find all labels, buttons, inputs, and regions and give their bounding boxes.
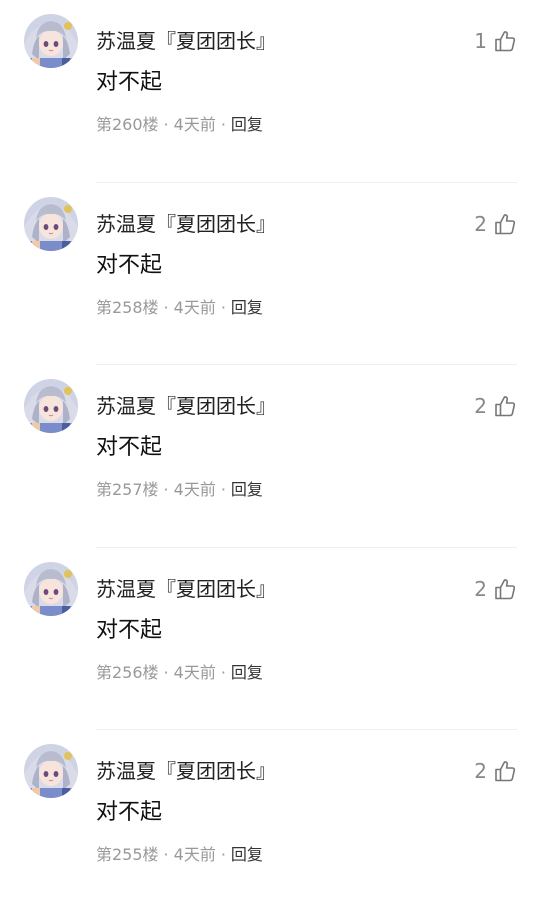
username[interactable]: 苏温夏『夏团团长』 [96,211,276,237]
comment-list: 苏温夏『夏团团长』 对不起 第260楼 · 4天前 · 回复 1 苏温夏『夏团团… [0,0,539,913]
comment-meta: 第258楼 · 4天前 · 回复 [96,297,263,319]
username[interactable]: 苏温夏『夏团团长』 [96,758,276,784]
reply-button[interactable]: 回复 [231,663,263,682]
comment-item: 苏温夏『夏团团长』 对不起 第260楼 · 4天前 · 回复 1 [0,0,539,183]
floor-number: 第255楼 [96,845,159,864]
username[interactable]: 苏温夏『夏团团长』 [96,576,276,602]
reply-button[interactable]: 回复 [231,298,263,317]
timestamp: 4天前 [173,480,216,499]
floor-number: 第256楼 [96,662,159,682]
meta-separator: · [163,480,169,499]
like-button[interactable]: 2 [474,211,517,237]
thumbs-up-icon [493,29,517,53]
meta-separator: · [220,845,226,864]
comment-text: 对不起 [96,617,163,643]
floor-number: 第258楼 [96,297,159,317]
comment-text: 对不起 [96,435,163,460]
timestamp: 4天前 [173,845,216,864]
meta-separator: · [163,115,169,134]
like-count: 2 [474,394,487,418]
comment-text: 对不起 [96,800,163,825]
like-count: 1 [474,29,487,53]
thumbs-up-icon [493,577,517,601]
reply-button[interactable]: 回复 [231,845,263,864]
like-button[interactable]: 1 [474,28,517,54]
user-avatar[interactable] [24,14,78,68]
comment-item: 苏温夏『夏团团长』 对不起 第257楼 · 4天前 · 回复 2 [0,365,539,548]
like-count: 2 [474,211,487,236]
comment-meta: 第260楼 · 4天前 · 回复 [96,114,263,136]
reply-button[interactable]: 回复 [231,115,263,134]
timestamp: 4天前 [173,297,216,317]
reply-button[interactable]: 回复 [231,480,263,499]
thumbs-up-icon [493,759,517,783]
meta-separator: · [163,297,169,317]
comment-meta: 第257楼 · 4天前 · 回复 [96,479,263,501]
floor-number: 第257楼 [96,480,159,499]
comment-meta: 第255楼 · 4天前 · 回复 [96,844,263,866]
meta-separator: · [163,845,169,864]
user-avatar[interactable] [24,744,78,798]
like-button[interactable]: 2 [474,758,517,784]
meta-separator: · [220,115,226,134]
comment-text: 对不起 [96,252,163,278]
like-count: 2 [474,759,487,783]
username[interactable]: 苏温夏『夏团团长』 [96,393,276,419]
comment-text: 对不起 [96,70,163,95]
floor-number: 第260楼 [96,115,159,134]
meta-separator: · [163,662,169,682]
user-avatar[interactable] [24,379,78,433]
comment-item: 苏温夏『夏团团长』 对不起 第258楼 · 4天前 · 回复 2 [0,183,539,365]
user-avatar[interactable] [24,561,78,616]
thumbs-up-icon [493,394,517,418]
meta-separator: · [220,297,226,317]
like-count: 2 [474,576,487,601]
comment-item: 苏温夏『夏团团长』 对不起 第255楼 · 4天前 · 回复 2 [0,730,539,913]
user-avatar[interactable] [24,196,78,251]
timestamp: 4天前 [173,662,216,682]
like-button[interactable]: 2 [474,576,517,602]
thumbs-up-icon [493,212,517,236]
comment-meta: 第256楼 · 4天前 · 回复 [96,662,263,684]
username[interactable]: 苏温夏『夏团团长』 [96,28,276,54]
comment-item: 苏温夏『夏团团长』 对不起 第256楼 · 4天前 · 回复 2 [0,548,539,730]
meta-separator: · [220,662,226,682]
meta-separator: · [220,480,226,499]
timestamp: 4天前 [173,115,216,134]
like-button[interactable]: 2 [474,393,517,419]
